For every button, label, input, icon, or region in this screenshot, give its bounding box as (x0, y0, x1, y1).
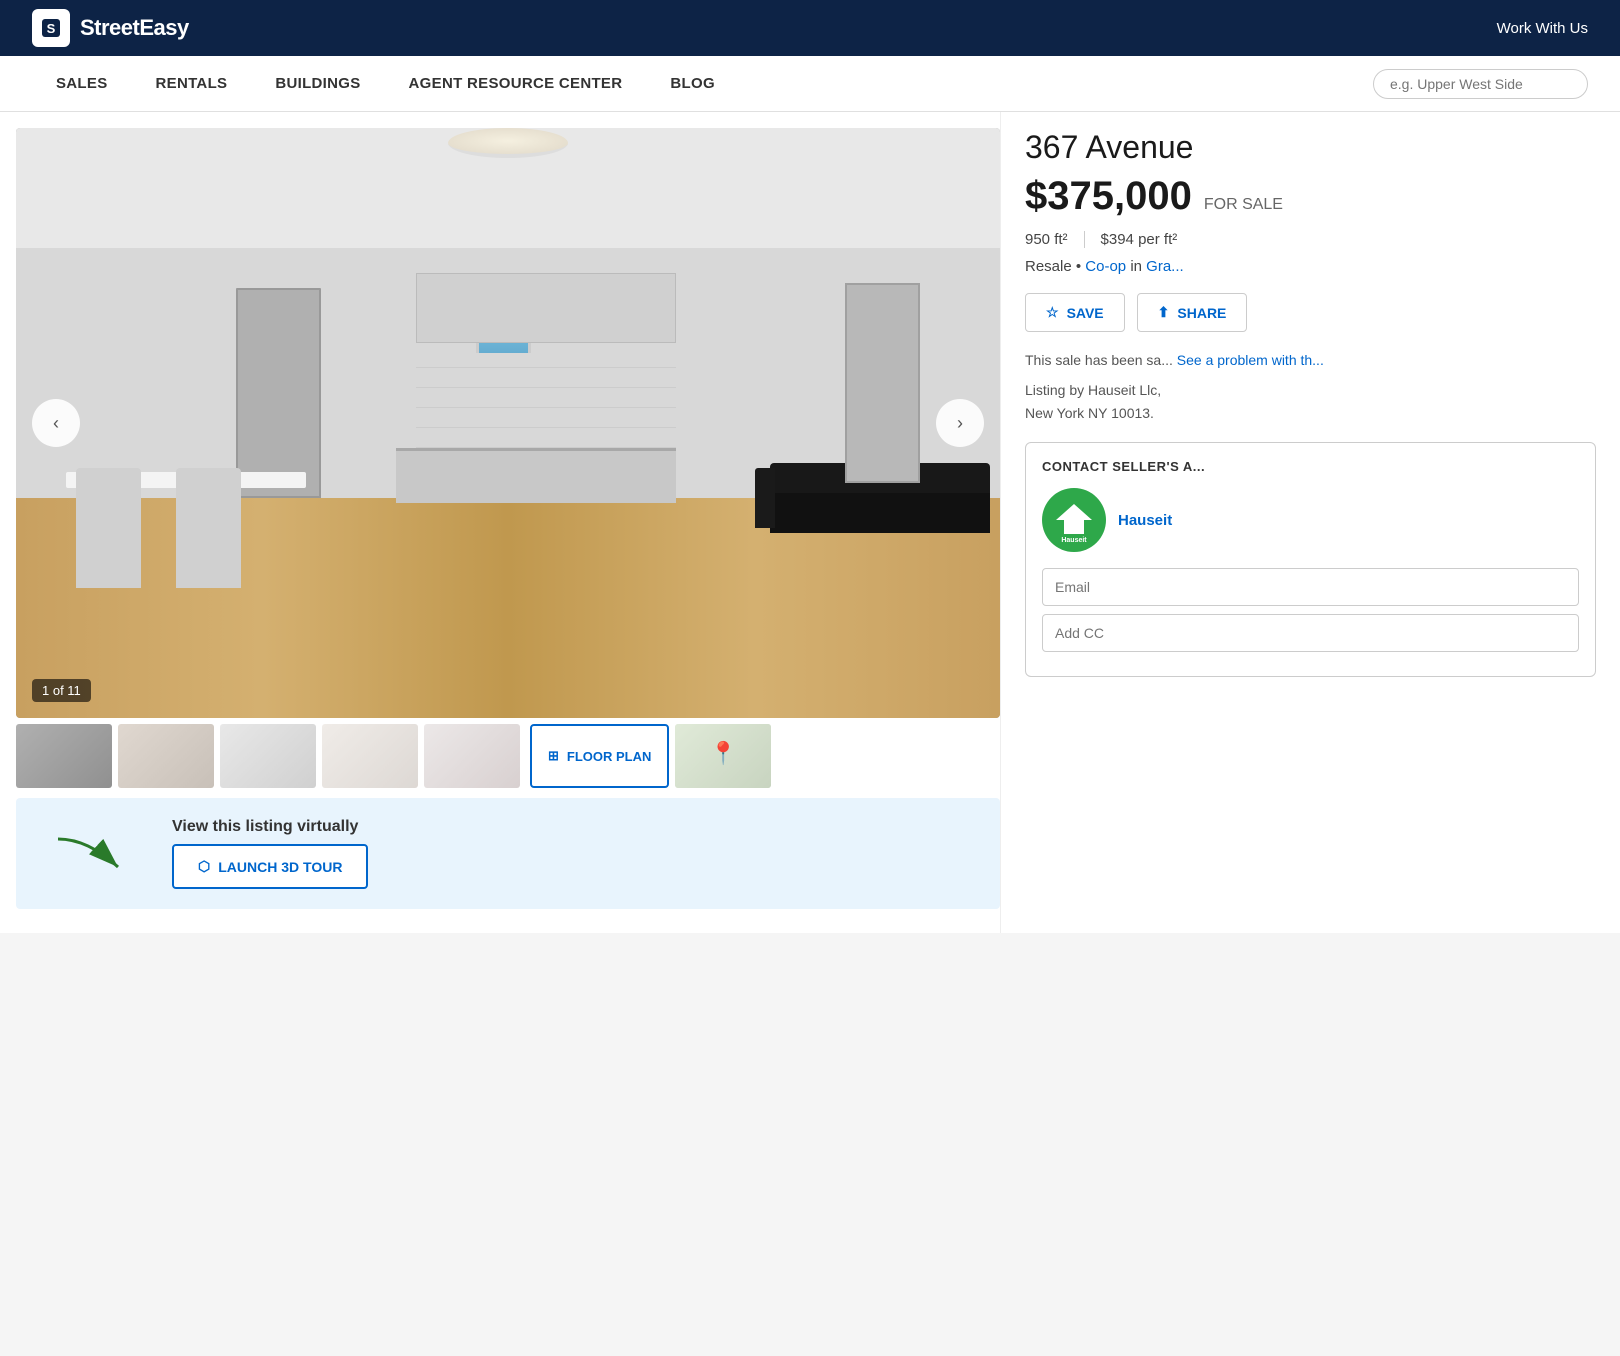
main-image: 1 of 11 ‹ › (16, 128, 1000, 718)
sofa-arm (755, 468, 775, 528)
logo-text: StreetEasy (80, 15, 189, 41)
floor-plan-button[interactable]: ⊞ FLOOR PLAN (530, 724, 669, 788)
agent-name[interactable]: Hauseit (1118, 512, 1579, 529)
thumbnail-1[interactable] (16, 724, 112, 788)
tour-info: View this listing virtually ⬡ LAUNCH 3D … (172, 818, 368, 889)
left-arrow-icon: ‹ (53, 413, 59, 434)
map-pin-icon: 📍 (710, 740, 737, 766)
listing-by: Listing by Hauseit Llc, Listing by Hause… (1025, 379, 1596, 424)
upper-cabinet (416, 273, 676, 343)
light-fixture (448, 128, 568, 158)
main-content: 1 of 11 ‹ › ⊞ FLOOR PLAN (0, 112, 1620, 933)
top-bar: S StreetEasy Work With Us (0, 0, 1620, 56)
neighborhood-link[interactable]: Gra... (1146, 258, 1184, 275)
price-per-sqft: $394 per ft² (1101, 231, 1194, 248)
resale-label: Resale (1025, 258, 1072, 275)
logo-area[interactable]: S StreetEasy (32, 9, 189, 47)
door-right (845, 283, 920, 483)
agent-logo: Hauseit (1042, 488, 1106, 552)
share-icon: ⬆ (1158, 304, 1170, 321)
svg-text:Hauseit: Hauseit (1061, 537, 1087, 544)
contact-box: CONTACT SELLER'S A... Hauseit Hauseit (1025, 442, 1596, 677)
details-row: 950 ft² $394 per ft² (1025, 231, 1596, 248)
map-thumbnail[interactable]: 📍 (675, 724, 771, 788)
nav-buildings[interactable]: BUILDINGS (251, 56, 384, 112)
thumbnail-3[interactable] (220, 724, 316, 788)
floor-plan-label: FLOOR PLAN (567, 749, 652, 764)
search-input[interactable] (1373, 69, 1588, 99)
listing-right: 367 Avenue $375,000 FOR SALE 950 ft² $39… (1000, 112, 1620, 933)
save-share-row: ☆ SAVE ⬆ SHARE (1025, 293, 1596, 332)
save-button[interactable]: ☆ SAVE (1025, 293, 1125, 332)
property-address: 367 Avenue (1025, 128, 1596, 166)
backsplash (416, 353, 676, 448)
agent-row: Hauseit Hauseit (1042, 488, 1579, 552)
svg-text:S: S (47, 21, 56, 36)
floor-plan-icon: ⊞ (548, 748, 559, 764)
co-op-link[interactable]: Co-op (1085, 258, 1126, 275)
work-with-us-link[interactable]: Work With Us (1497, 20, 1588, 37)
counter-decor (396, 448, 676, 503)
thumbnails-row: ⊞ FLOOR PLAN 📍 (16, 724, 1000, 788)
nav-agent-resource-center[interactable]: AGENT RESOURCE CENTER (385, 56, 647, 112)
share-label: SHARE (1177, 305, 1226, 321)
price-label: FOR SALE (1204, 196, 1283, 214)
email-field[interactable] (1042, 568, 1579, 606)
chair-1 (76, 468, 141, 588)
star-icon: ☆ (1046, 304, 1059, 321)
cube-3d-icon: ⬡ (198, 858, 210, 875)
thumbnail-2[interactable] (118, 724, 214, 788)
green-arrow-svg (48, 829, 148, 879)
sqft: 950 ft² (1025, 231, 1085, 248)
thumbnail-5[interactable] (424, 724, 520, 788)
property-price: $375,000 (1025, 174, 1192, 219)
launch-3d-button[interactable]: ⬡ LAUNCH 3D TOUR (172, 844, 368, 889)
sale-notice: This sale has been sa... See a problem w… (1025, 350, 1596, 371)
nav-sales[interactable]: SALES (32, 56, 132, 112)
right-arrow-icon: › (957, 413, 963, 434)
sofa-seat (770, 493, 990, 533)
image-counter: 1 of 11 (32, 679, 91, 702)
next-image-button[interactable]: › (936, 399, 984, 447)
prev-image-button[interactable]: ‹ (32, 399, 80, 447)
launch-3d-label: LAUNCH 3D TOUR (218, 859, 342, 875)
addcc-field[interactable] (1042, 614, 1579, 652)
problem-link[interactable]: See a problem with th... (1177, 352, 1324, 368)
kitchen-scene (16, 128, 1000, 718)
green-arrow-container (48, 829, 148, 879)
chair-2 (176, 468, 241, 588)
virtual-tour-text: View this listing virtually (172, 818, 368, 836)
share-button[interactable]: ⬆ SHARE (1137, 293, 1248, 332)
type-row: Resale • Co-op in Gra... (1025, 258, 1596, 275)
save-label: SAVE (1067, 305, 1104, 321)
nav-blog[interactable]: BLOG (646, 56, 739, 112)
gallery-container: 1 of 11 ‹ › ⊞ FLOOR PLAN (16, 128, 1000, 788)
logo-icon: S (32, 9, 70, 47)
listing-left: 1 of 11 ‹ › ⊞ FLOOR PLAN (0, 112, 1000, 933)
agent-info: Hauseit (1118, 512, 1579, 529)
virtual-tour-banner: View this listing virtually ⬡ LAUNCH 3D … (16, 798, 1000, 909)
door-decor (236, 288, 321, 498)
price-row: $375,000 FOR SALE (1025, 174, 1596, 219)
thumbnail-4[interactable] (322, 724, 418, 788)
nav-bar: SALES RENTALS BUILDINGS AGENT RESOURCE C… (0, 56, 1620, 112)
nav-rentals[interactable]: RENTALS (132, 56, 252, 112)
hauseit-logo-svg: Hauseit (1046, 492, 1102, 548)
contact-header: CONTACT SELLER'S A... (1042, 459, 1579, 474)
